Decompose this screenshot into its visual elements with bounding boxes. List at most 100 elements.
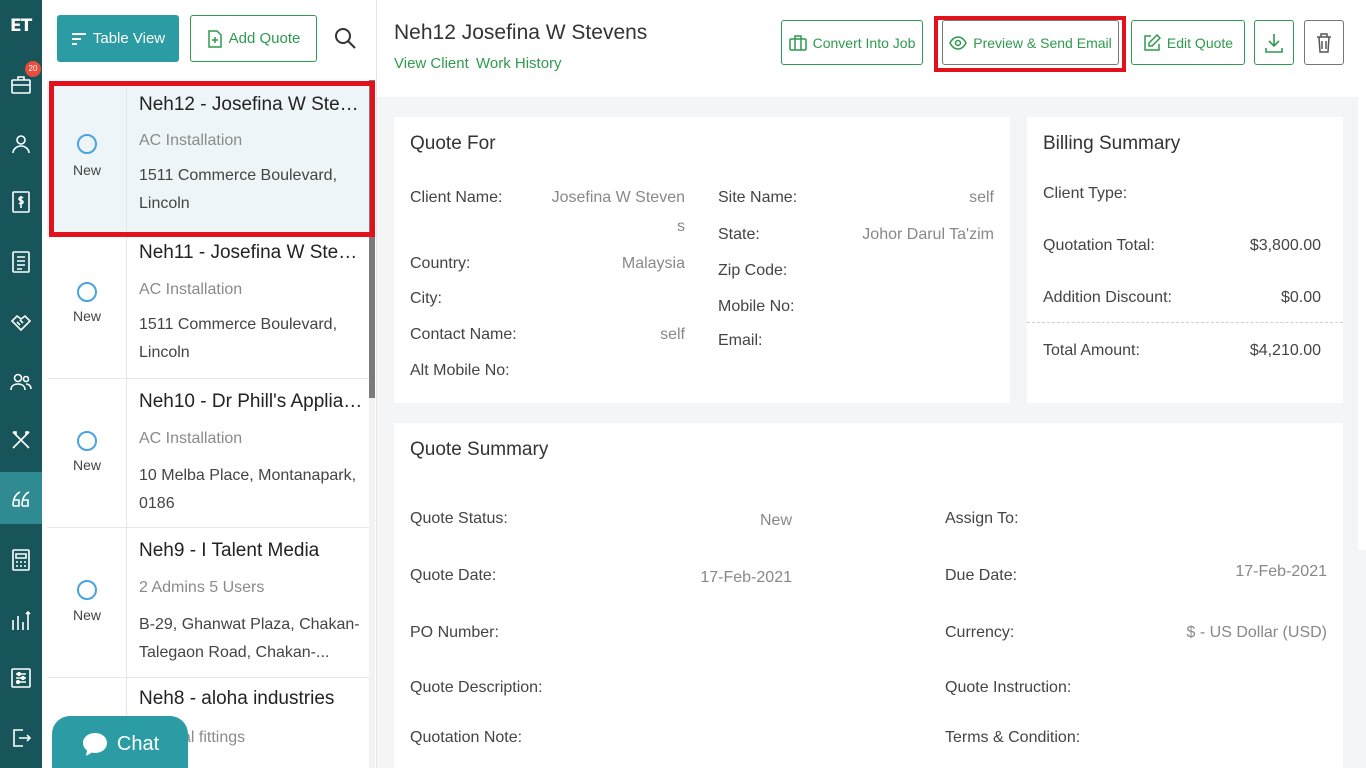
quote-subtitle: 2 Admins 5 Users xyxy=(139,579,265,596)
search-icon[interactable] xyxy=(333,26,357,50)
quote-status: New xyxy=(72,308,101,324)
nav-calculator[interactable] xyxy=(0,534,42,586)
logout-icon xyxy=(13,729,32,747)
addition-discount-value: $0.00 xyxy=(1280,289,1321,306)
quote-for-card: Quote For Client Name: Josefina W Steven… xyxy=(394,117,1010,403)
tools-icon xyxy=(12,431,30,449)
state-value: Johor Darul Ta'zim xyxy=(862,226,994,243)
chat-button[interactable]: Chat xyxy=(52,716,188,768)
city-label: City: xyxy=(410,290,442,307)
nav-tools[interactable] xyxy=(0,414,42,466)
quote-address: B-29, Ghanwat Plaza, Chakan-Talegaon Roa… xyxy=(139,616,360,661)
quote-status-column: New xyxy=(47,379,127,527)
quote-date-value: 17-Feb-2021 xyxy=(700,569,792,586)
nav-deals[interactable] xyxy=(0,296,42,348)
page-scrollbar[interactable] xyxy=(1358,0,1366,550)
nav-logout[interactable] xyxy=(0,712,42,764)
quotation-total-value: $3,800.00 xyxy=(1249,237,1321,254)
quote-status-label: Quote Status: xyxy=(410,510,508,527)
currency-label: Currency: xyxy=(945,624,1015,641)
download-button[interactable] xyxy=(1254,20,1294,65)
quote-description-label: Quote Description: xyxy=(410,679,543,696)
quote-list-panel: Table View Add Quote New Neh12 - Josefin… xyxy=(47,0,377,768)
quote-status-column: New xyxy=(47,82,127,233)
handshake-icon xyxy=(10,314,32,332)
quote-for-title: Quote For xyxy=(410,133,496,154)
nav-team[interactable] xyxy=(0,356,42,408)
list-icon xyxy=(12,251,30,273)
nav-reports[interactable] xyxy=(0,594,42,646)
preview-send-email-button[interactable]: Preview & Send Email xyxy=(942,20,1119,65)
quote-status-value: New xyxy=(759,512,792,529)
page-title: Neh12 Josefina W Stevens xyxy=(394,21,648,44)
chat-bubble-icon xyxy=(82,733,107,756)
quote-title: Neh11 - Josefina W Stevens xyxy=(139,242,365,263)
quote-list-item[interactable]: New Neh10 - Dr Phill's Appliances AC Ins… xyxy=(47,379,369,528)
quote-subtitle: AC Installation xyxy=(139,430,243,447)
terms-condition-label: Terms & Condition: xyxy=(945,729,1081,746)
convert-into-job-button[interactable]: Convert Into Job xyxy=(781,20,923,65)
nav-rail: ET 20 xyxy=(0,0,42,768)
download-icon xyxy=(1265,33,1283,53)
add-quote-label: Add Quote xyxy=(228,30,301,47)
addition-discount-label: Addition Discount: xyxy=(1043,289,1172,306)
client-type-label: Client Type: xyxy=(1043,185,1128,202)
nav-invoices[interactable] xyxy=(0,176,42,228)
add-quote-button[interactable]: Add Quote xyxy=(190,15,317,62)
site-name-value: self xyxy=(969,189,994,206)
status-circle-icon xyxy=(77,134,97,154)
filter-lines-icon xyxy=(71,32,86,45)
quote-list-item[interactable]: New Neh12 - Josefina W Stevens AC Instal… xyxy=(47,82,369,234)
quotation-total-label: Quotation Total: xyxy=(1043,237,1155,254)
site-name-label: Site Name: xyxy=(718,189,798,206)
nav-settings[interactable] xyxy=(0,652,42,704)
state-label: State: xyxy=(718,226,760,243)
currency-value: $ - US Dollar (USD) xyxy=(1186,624,1327,641)
nav-quotes[interactable] xyxy=(0,472,42,524)
nav-list[interactable] xyxy=(0,236,42,288)
delete-button[interactable] xyxy=(1304,20,1344,65)
quote-title: Neh9 - I Talent Media xyxy=(139,540,320,561)
notification-badge: 20 xyxy=(25,61,41,77)
quote-summary-card: Quote Summary Quote Status: New Quote Da… xyxy=(394,423,1343,768)
eye-icon xyxy=(949,35,968,50)
quote-status-column: New xyxy=(47,234,127,378)
detail-header: Neh12 Josefina W Stevens View Client Wor… xyxy=(377,0,1366,97)
view-client-link[interactable]: View Client xyxy=(394,55,469,72)
status-circle-icon xyxy=(77,282,97,302)
reports-icon xyxy=(12,610,31,630)
quote-detail: Neh12 Josefina W Stevens View Client Wor… xyxy=(377,0,1366,768)
quote-address: 1511 Commerce Boulevard, Lincoln xyxy=(139,316,338,361)
app-logo[interactable]: ET xyxy=(10,16,34,42)
quote-address: 1511 Commerce Boulevard, Lincoln xyxy=(139,167,338,212)
quote-instruction-label: Quote Instruction: xyxy=(945,679,1072,696)
quote-status: New xyxy=(72,457,101,473)
table-view-button[interactable]: Table View xyxy=(57,15,179,62)
billing-summary-card: Billing Summary Client Type: Quotation T… xyxy=(1027,117,1343,403)
mobile-no-label: Mobile No: xyxy=(718,298,795,315)
quote-address: 10 Melba Place, Montanapark, 0186 xyxy=(139,467,357,512)
chat-label: Chat xyxy=(116,732,160,755)
quote-date-label: Quote Date: xyxy=(410,567,497,584)
app: ET 20 Table View Add Quote New Neh12 - J… xyxy=(0,0,1366,768)
quote-list-item[interactable]: New Neh9 - I Talent Media 2 Admins 5 Use… xyxy=(47,528,369,678)
work-history-link[interactable]: Work History xyxy=(476,55,562,72)
due-date-value: 17-Feb-2021 xyxy=(1235,563,1327,580)
calculator-icon xyxy=(12,549,30,571)
status-circle-icon xyxy=(77,431,97,451)
quote-list-item[interactable]: New Neh11 - Josefina W Stevens AC Instal… xyxy=(47,234,369,379)
country-value: Malaysia xyxy=(621,255,685,272)
billing-summary-title: Billing Summary xyxy=(1043,133,1181,154)
list-scrollbar-thumb[interactable] xyxy=(369,80,375,398)
quotation-note-label: Quotation Note: xyxy=(410,729,523,746)
user-icon xyxy=(12,135,30,154)
quote-status: New xyxy=(72,162,101,178)
quote-title: Neh12 - Josefina W Stevens xyxy=(139,94,365,115)
email-label: Email: xyxy=(718,332,763,349)
status-circle-icon xyxy=(77,580,97,600)
briefcase-icon xyxy=(788,34,807,51)
quote-summary-title: Quote Summary xyxy=(410,439,549,460)
nav-clients[interactable] xyxy=(0,118,42,170)
edit-quote-button[interactable]: Edit Quote xyxy=(1131,20,1245,65)
client-name-label: Client Name: xyxy=(410,189,503,206)
